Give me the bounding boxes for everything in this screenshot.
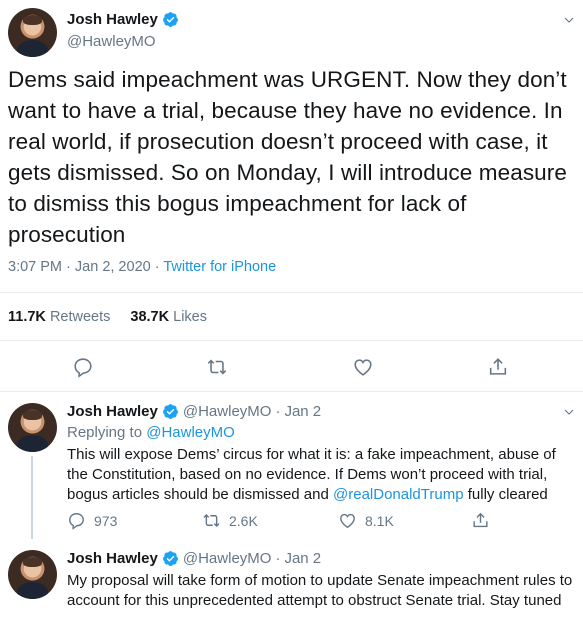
separator: · [275, 550, 281, 567]
retweets-stat[interactable]: 11.7K Retweets [8, 309, 110, 325]
likes-count: 38.7K [130, 309, 170, 325]
likes-stat[interactable]: 38.7K Likes [130, 309, 207, 325]
reply-text: My proposal will take form of motion to … [67, 572, 573, 609]
retweets-count: 11.7K [8, 309, 46, 325]
tweet-time[interactable]: 3:07 PM [8, 259, 62, 275]
tweet-stats: 11.7K Retweets 38.7K Likes [8, 309, 207, 325]
tweet-actions [0, 352, 583, 382]
share-icon[interactable] [487, 356, 509, 378]
chevron-down-icon[interactable] [563, 14, 575, 26]
reply-actions: 973 2.6K 8.1K [67, 511, 497, 533]
reply-action[interactable]: 973 [67, 511, 117, 530]
share-icon [473, 512, 488, 528]
retweet-count: 2.6K [229, 512, 258, 529]
retweets-label: Retweets [49, 309, 111, 325]
author-handle[interactable]: @HawleyMO [67, 33, 156, 50]
reply-text: This will expose Dems’ circus for what i… [67, 445, 577, 505]
mention-link[interactable]: @realDonaldTrump [333, 486, 464, 503]
replying-to-link[interactable]: @HawleyMO [146, 424, 235, 441]
retweet-action[interactable]: 2.6K [202, 511, 258, 530]
heart-icon [340, 513, 355, 529]
avatar[interactable] [8, 550, 57, 599]
author-name[interactable]: Josh Hawley [67, 403, 158, 420]
tweet-text: Dems said impeachment was URGENT. Now th… [8, 67, 567, 247]
separator: · [275, 403, 281, 420]
thread-connector [31, 456, 33, 539]
avatar[interactable] [8, 403, 57, 452]
tweet-source-link[interactable]: Twitter for iPhone [163, 259, 276, 275]
author-name[interactable]: Josh Hawley [67, 550, 158, 567]
retweet-icon[interactable] [206, 356, 228, 378]
separator: · [154, 259, 160, 275]
reply-header: Josh Hawley @HawleyMO · Jan 2 [67, 403, 321, 420]
author-name-row[interactable]: Josh Hawley [67, 11, 179, 28]
main-tweet: Josh Hawley @HawleyMO Dems said impeachm… [0, 0, 583, 392]
chevron-down-icon[interactable] [563, 406, 575, 418]
author-name[interactable]: Josh Hawley [67, 11, 158, 28]
reply-header: Josh Hawley @HawleyMO · Jan 2 [67, 550, 321, 567]
reply-count: 973 [94, 512, 118, 529]
verified-badge-icon [162, 12, 178, 27]
retweet-icon [203, 513, 220, 528]
likes-label: Likes [173, 309, 207, 325]
tweet-date[interactable]: Jan 2 [284, 550, 321, 567]
divider [0, 340, 583, 341]
reply-tweet[interactable]: Josh Hawley @HawleyMO · Jan 2 Replying t… [0, 392, 583, 539]
reply-icon[interactable] [72, 356, 94, 378]
like-action[interactable]: 8.1K [338, 511, 394, 530]
tweet-date[interactable]: Jan 2 [284, 403, 321, 420]
share-action[interactable] [471, 511, 490, 530]
author-handle[interactable]: @HawleyMO [183, 403, 272, 420]
replying-prefix: Replying to [67, 424, 143, 441]
heart-icon[interactable] [352, 356, 374, 378]
avatar[interactable] [8, 8, 57, 57]
like-count: 8.1K [365, 512, 394, 529]
tweet-metadata: 3:07 PM · Jan 2, 2020 · Twitter for iPho… [8, 259, 276, 275]
verified-badge-icon [162, 404, 178, 419]
reply-text-part: fully cleared [463, 486, 548, 503]
reply-icon [69, 513, 84, 530]
divider [0, 292, 583, 293]
separator: · [66, 259, 71, 275]
replying-to: Replying to @HawleyMO [67, 424, 235, 441]
tweet-date[interactable]: Jan 2, 2020 [75, 259, 151, 275]
reply-tweet[interactable]: Josh Hawley @HawleyMO · Jan 2 My proposa… [0, 539, 583, 636]
verified-badge-icon [162, 551, 178, 566]
author-handle[interactable]: @HawleyMO [183, 550, 272, 567]
